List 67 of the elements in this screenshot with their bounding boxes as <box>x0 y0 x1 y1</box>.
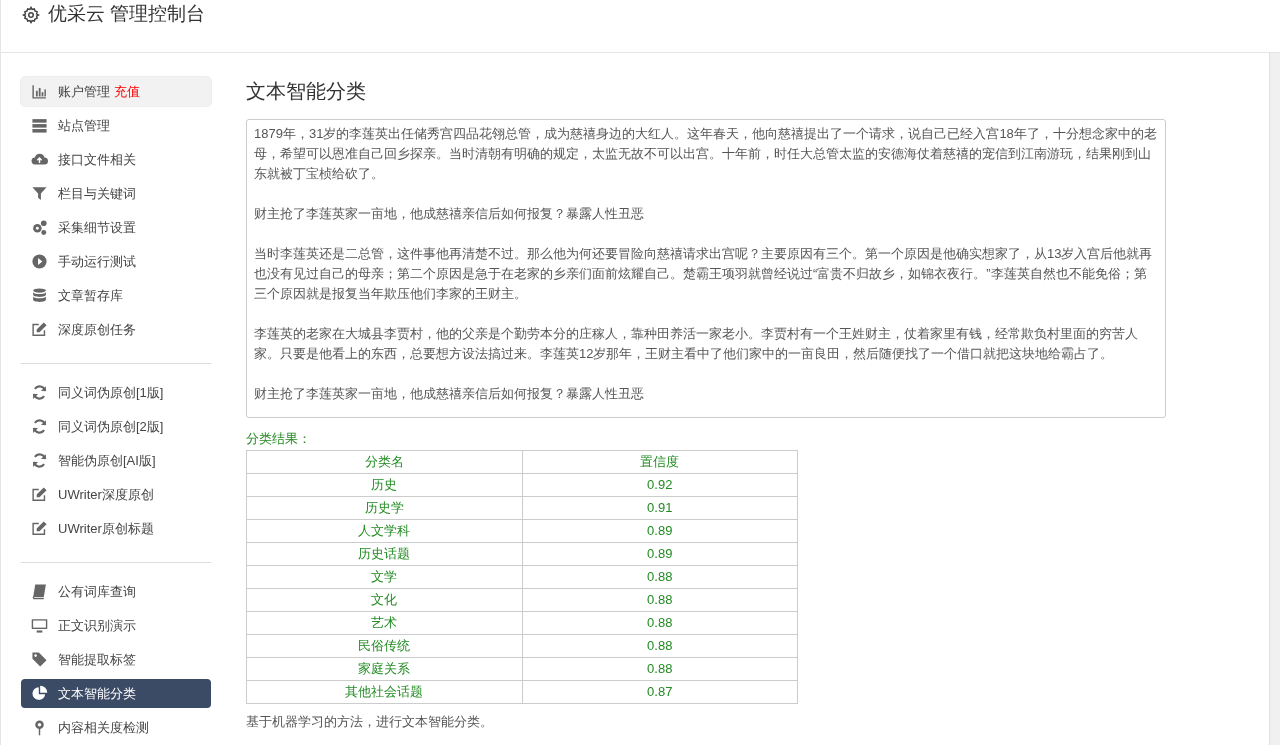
table-cell: 文学 <box>246 565 522 589</box>
book-icon <box>31 583 48 600</box>
table-cell: 0.89 <box>522 542 798 566</box>
table-cell: 0.88 <box>522 611 798 635</box>
table-cell: 0.91 <box>522 496 798 520</box>
paragraph: 财主抢了李莲英家一亩地，他成慈禧亲信后如何报复？暴露人性丑恶 <box>254 385 645 403</box>
table-cell: 民俗传统 <box>246 634 522 658</box>
sidebar-item[interactable]: 深度原创任务 <box>21 315 211 344</box>
refresh-icon <box>31 384 48 401</box>
result-label: 分类结果： <box>246 430 312 448</box>
gears-icon <box>31 219 48 236</box>
edit-icon <box>31 520 48 537</box>
sidebar-item[interactable]: UWriter原创标题 <box>21 514 211 543</box>
server-icon <box>31 117 48 134</box>
pie-chart-icon <box>31 685 48 702</box>
monitor-icon <box>31 617 48 634</box>
settings-icon <box>22 6 40 24</box>
table-cell: 0.89 <box>522 519 798 543</box>
sidebar-item[interactable]: 智能伪原创[AI版] <box>21 446 211 475</box>
table-cell: 0.87 <box>522 680 798 704</box>
sidebar-item[interactable]: 内容相关度检测 <box>21 713 211 742</box>
table-cell: 历史 <box>246 473 522 497</box>
sidebar-item[interactable]: 手动运行测试 <box>21 247 211 276</box>
sidebar-item[interactable]: 接口文件相关 <box>21 145 211 174</box>
filter-icon <box>31 185 48 202</box>
column-header: 置信度 <box>522 450 798 474</box>
table-cell: 0.88 <box>522 634 798 658</box>
paragraph: 李莲英的老家在大城县李贾村，他的父亲是个勤劳本分的庄稼人，靠种田养活一家老小。李贾村有一个王姓财主，仗着家里有钱，经常欺负村里面的穷苦人家。只要是他看上的东西，总要想方设法搞过来。李莲英12岁那年，王财主看中了他们家中的一亩良田，然后随便找了一个借口就把这块地给霸占了。 <box>254 325 1139 363</box>
sidebar-item[interactable]: 同义词伪原创[1版] <box>21 378 211 407</box>
table-cell: 历史话题 <box>246 542 522 566</box>
paragraph: 财主抢了李莲英家一亩地，他成慈禧亲信后如何报复？暴露人性丑恶 <box>254 205 645 223</box>
paragraph: 1879年，31岁的李莲英出任储秀宫四品花翎总管，成为慈禧身边的大红人。这年春天，他向慈禧提出了一个请求，说自己已经入宫18年了，十分想念家中的老母，希望可以恩准自己回乡探亲。当时清朝有明确的规定，太监无故不可以出宫。十年前，时任大总管太监的安德海仗着慈禧的宠信到江南游玩，结果刚到山东就被丁宝桢给砍了。 <box>254 125 1158 183</box>
tag-icon <box>31 651 48 668</box>
sidebar-item[interactable]: UWriter深度原创 <box>21 480 211 509</box>
play-icon <box>31 253 48 270</box>
table-cell: 0.88 <box>522 657 798 681</box>
database-icon <box>31 287 48 304</box>
edit-icon <box>31 486 48 503</box>
sidebar-item[interactable]: 采集细节设置 <box>21 213 211 242</box>
sidebar-item[interactable]: 公有词库查询 <box>21 577 211 606</box>
column-header: 分类名 <box>246 450 522 474</box>
table-cell: 0.92 <box>522 473 798 497</box>
refresh-icon <box>31 452 48 469</box>
sidebar-item[interactable]: 站点管理 <box>21 111 211 140</box>
table-cell: 其他社会话题 <box>246 680 522 704</box>
sidebar-item[interactable]: 栏目与关键词 <box>21 179 211 208</box>
paragraph: 当时李莲英还是二总管，这件事他再清楚不过。那么他为何还要冒险向慈禧请求出宫呢？主要原因有三个。第一个原因是他确实想家了，从13岁入宫后他就再也没有见过自己的母亲；第二个原因是急于在老家的乡亲们面前炫耀自己。楚霸王项羽就曾经说过“富贵不归故乡，如锦衣夜行。”李莲英自然也不能免俗；第三个原因就是报复当年欺压他们李家的王财主。 <box>254 245 1154 303</box>
bar-chart-icon <box>31 83 48 100</box>
table-cell: 0.88 <box>522 565 798 589</box>
description-text: 基于机器学习的方法，进行文本智能分类。 <box>246 714 494 730</box>
sidebar-item[interactable]: 同义词伪原创[2版] <box>21 412 211 441</box>
edit-icon <box>31 321 48 338</box>
app-title: 优采云 管理控制台 <box>48 3 206 25</box>
sidebar-item[interactable]: 智能提取标签 <box>21 645 211 674</box>
text-input-field[interactable] <box>246 119 1166 418</box>
table-cell: 文化 <box>246 588 522 612</box>
sidebar-item[interactable]: 正文识别演示 <box>21 611 211 640</box>
table-cell: 历史学 <box>246 496 522 520</box>
table-cell: 人文学科 <box>246 519 522 543</box>
table-cell: 家庭关系 <box>246 657 522 681</box>
page-title: 文本智能分类 <box>246 79 367 104</box>
sidebar-item[interactable]: 账户管理 充值 <box>21 77 211 106</box>
sidebar-item[interactable]: 文本智能分类 <box>21 679 211 708</box>
table-cell: 0.88 <box>522 588 798 612</box>
refresh-icon <box>31 418 48 435</box>
table-cell: 艺术 <box>246 611 522 635</box>
sidebar-item[interactable]: 文章暂存库 <box>21 281 211 310</box>
